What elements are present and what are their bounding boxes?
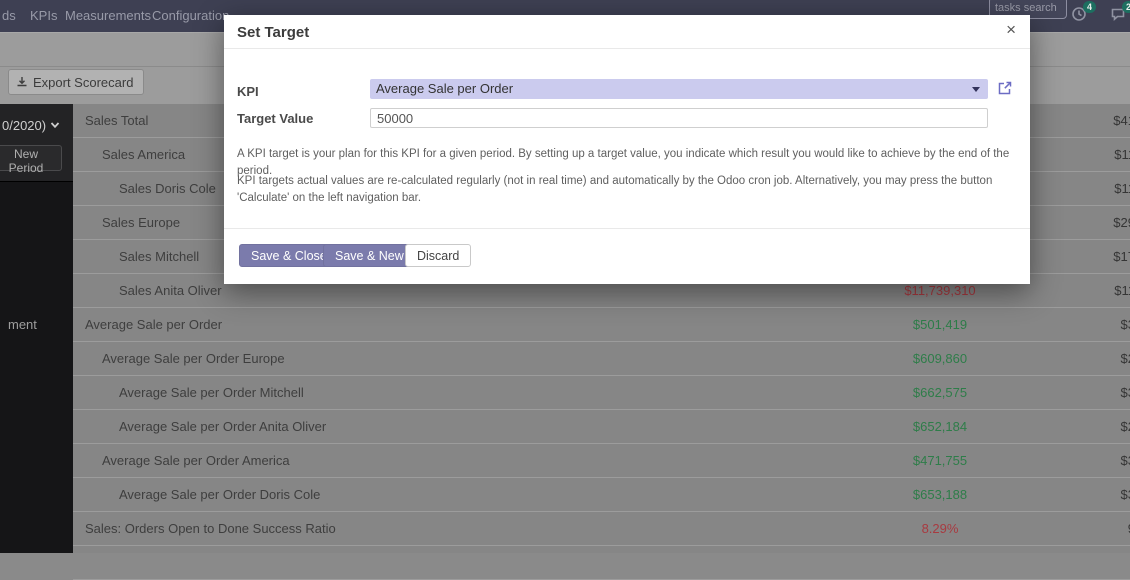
nav-item-configuration[interactable]: Configuration	[152, 8, 229, 23]
target-value-input[interactable]	[370, 108, 988, 128]
dialog-header-divider	[224, 48, 1030, 49]
kpi-field-label: KPI	[237, 84, 259, 99]
kpi-row-value: $662,575	[830, 385, 1050, 400]
kpi-row-target-value: $11	[1114, 283, 1130, 298]
kpi-select-value: Average Sale per Order	[376, 81, 513, 96]
table-row[interactable]: Sales: Orders Open to Done Success Ratio…	[73, 512, 1130, 546]
dialog-title: Set Target	[237, 24, 309, 41]
dialog-footer-divider	[224, 228, 1030, 229]
close-icon[interactable]: ×	[1002, 19, 1020, 40]
sidebar-period-panel: 0/2020) New Period	[0, 104, 73, 182]
table-row[interactable]: Average Sale per Order Anita Oliver $652…	[73, 410, 1130, 444]
export-scorecard-label: Export Scorecard	[33, 75, 133, 90]
kpi-row-label: Sales Total	[85, 113, 148, 128]
nav-item-measurements[interactable]: Measurements	[65, 8, 151, 23]
kpi-row-value: $501,419	[830, 317, 1050, 332]
kpi-row-label: Sales Doris Cole	[119, 181, 216, 196]
new-period-button[interactable]: New Period	[0, 145, 62, 171]
table-row[interactable]: Average Sale per Order Doris Cole $653,1…	[73, 478, 1130, 512]
kpi-row-label: Average Sale per Order Mitchell	[119, 385, 304, 400]
kpi-row-target-value: $41	[1113, 113, 1130, 128]
table-row[interactable]: Average Sale per Order Europe $609,860 $…	[73, 342, 1130, 376]
target-value-field-label: Target Value	[237, 111, 313, 126]
kpi-row-label: Sales: Orders Open to Done Success Ratio	[85, 521, 336, 536]
kpi-row-value: $609,860	[830, 351, 1050, 366]
set-target-dialog: Set Target × KPI Average Sale per Order …	[224, 15, 1030, 284]
kpi-row-value: $652,184	[830, 419, 1050, 434]
table-row[interactable]: Average Sale per Order America $471,755 …	[73, 444, 1130, 478]
chevron-down-icon	[50, 118, 60, 133]
kpi-row-label: Average Sale per Order Anita Oliver	[119, 419, 326, 434]
discard-button[interactable]: Discard	[405, 244, 471, 267]
external-link-icon[interactable]	[997, 80, 1013, 96]
kpi-row-value: 8.29%	[830, 521, 1050, 536]
table-row[interactable]: Average Sale per Order Mitchell $662,575…	[73, 376, 1130, 410]
kpi-row-target-value: $2	[1121, 419, 1130, 434]
left-sidebar: 0/2020) New Period ment	[0, 104, 73, 553]
kpi-row-label: Average Sale per Order Doris Cole	[119, 487, 320, 502]
kpi-row-value: $653,188	[830, 487, 1050, 502]
table-row[interactable]	[73, 546, 1130, 580]
table-row[interactable]: Average Sale per Order $501,419 $3	[73, 308, 1130, 342]
kpi-row-label: Sales Mitchell	[119, 249, 199, 264]
activity-badge: 4	[1083, 1, 1096, 13]
period-selector-label: 0/2020)	[2, 118, 46, 133]
kpi-row-target-value: $11	[1114, 147, 1130, 162]
messages-badge: 2	[1122, 1, 1130, 13]
chevron-down-icon	[972, 87, 980, 92]
kpi-row-label: Sales Europe	[102, 215, 180, 230]
nav-item-scorecards[interactable]: ds	[2, 8, 16, 23]
save-and-new-button[interactable]: Save & New	[323, 244, 416, 267]
kpi-row-target-value: $17	[1113, 249, 1130, 264]
kpi-row-target-value: $3	[1121, 317, 1130, 332]
kpi-select[interactable]: Average Sale per Order	[370, 79, 988, 99]
kpi-row-target-value: $3	[1121, 453, 1130, 468]
nav-item-kpis[interactable]: KPIs	[30, 8, 57, 23]
kpi-row-label: Sales America	[102, 147, 185, 162]
kpi-row-label: Average Sale per Order	[85, 317, 222, 332]
kpi-row-label: Average Sale per Order America	[102, 453, 290, 468]
sidebar-menu-item-fragment[interactable]: ment	[8, 317, 37, 332]
kpi-row-value: $11,739,310	[830, 283, 1050, 298]
export-scorecard-button[interactable]: Export Scorecard	[8, 69, 144, 95]
kpi-row-value: $471,755	[830, 453, 1050, 468]
kpi-row-target-value: $2	[1121, 351, 1130, 366]
dialog-help-paragraph-2: KPI targets actual values are re-calcula…	[237, 173, 1017, 208]
kpi-row-label: Sales Anita Oliver	[119, 283, 222, 298]
kpi-row-label: Average Sale per Order Europe	[102, 351, 285, 366]
kpi-row-target-value: $11	[1114, 181, 1130, 196]
download-icon	[16, 76, 28, 88]
period-selector[interactable]: 0/2020)	[2, 118, 60, 133]
kpi-row-target-value: $3	[1121, 385, 1130, 400]
kpi-row-target-value: $29	[1113, 215, 1130, 230]
kpi-row-target-value: $3	[1121, 487, 1130, 502]
